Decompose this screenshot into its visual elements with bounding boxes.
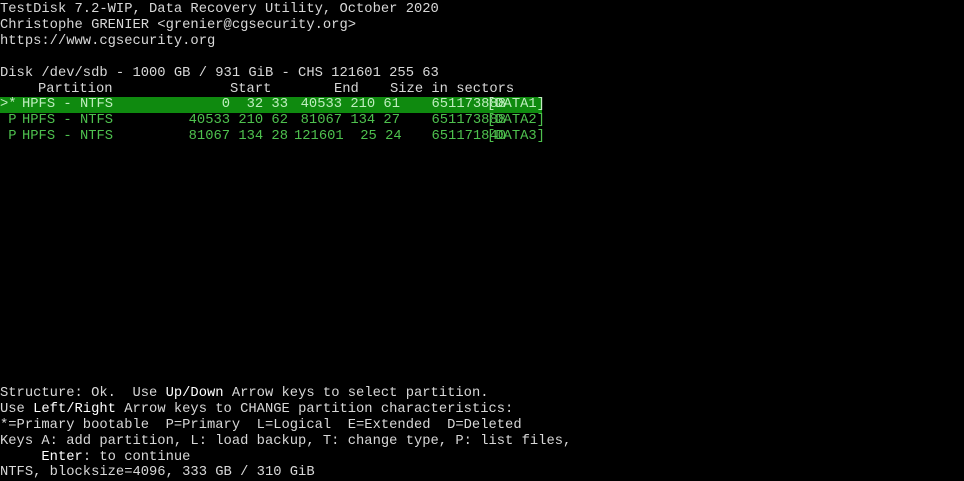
partition-type-legend: *=Primary bootable P=Primary L=Logical E… — [0, 418, 522, 433]
partition-marker: P — [0, 129, 17, 144]
enter-continue-hint[interactable]: Enter: to continue — [0, 450, 190, 466]
structure-suffix: Arrow keys to select partition. — [223, 386, 489, 401]
updown-keys-hint: Up/Down — [165, 386, 224, 401]
column-header-end: End — [334, 82, 359, 97]
enter-key: Enter — [41, 450, 83, 465]
change-characteristics-hint: Use Left/Right Arrow keys to CHANGE part… — [0, 402, 513, 418]
partition-marker: P — [0, 113, 17, 128]
disk-info: Disk /dev/sdb - 1000 GB / 931 GiB - CHS … — [0, 66, 439, 81]
terminal-screen: TestDisk 7.2-WIP, Data Recovery Utility,… — [0, 0, 964, 481]
partition-type: HPFS - NTFS — [22, 129, 114, 144]
partition-row[interactable]: P HPFS - NTFS 40533 210 62 81067 134 27 … — [0, 113, 545, 129]
partition-type: HPFS - NTFS — [22, 97, 114, 112]
leftright-keys-hint: Left/Right — [33, 402, 116, 417]
enter-text: : to continue — [82, 450, 191, 465]
enter-indent — [0, 450, 41, 465]
partition-row-selected[interactable]: >* HPFS - NTFS 0 32 33 40533 210 61 6511… — [0, 97, 545, 113]
partition-label: [DATA2] — [487, 113, 545, 128]
app-title: TestDisk 7.2-WIP, Data Recovery Utility,… — [0, 2, 439, 17]
partition-end: 81067 134 27 — [300, 113, 400, 128]
partition-start: 40533 210 62 — [188, 113, 288, 128]
keys-help: Keys A: add partition, L: load backup, T… — [0, 434, 572, 449]
use-prefix: Use — [0, 402, 34, 417]
column-header-partition: Partition — [38, 82, 113, 97]
partition-end: 121601 25 24 — [294, 129, 402, 144]
filesystem-info: NTFS, blocksize=4096, 333 GB / 310 GiB — [0, 465, 315, 480]
author-line: Christophe GRENIER <grenier@cgsecurity.o… — [0, 18, 357, 33]
partition-label: [DATA1] — [487, 97, 545, 112]
structure-status: Structure: Ok. Use Up/Down Arrow keys to… — [0, 386, 489, 402]
partition-label: [DATA3] — [487, 129, 545, 144]
website-url: https://www.cgsecurity.org — [0, 34, 216, 49]
partition-marker: >* — [0, 97, 17, 112]
partition-start: 81067 134 28 — [188, 129, 288, 144]
partition-end: 40533 210 61 — [300, 97, 400, 112]
partition-type: HPFS - NTFS — [22, 113, 114, 128]
column-header-start: Start — [230, 82, 272, 97]
column-header-size: Size in sectors — [390, 82, 515, 97]
partition-row[interactable]: P HPFS - NTFS 81067 134 28 121601 25 24 … — [0, 129, 545, 145]
use-suffix: Arrow keys to CHANGE partition character… — [115, 402, 514, 417]
partition-start: 0 32 33 — [221, 97, 288, 112]
structure-prefix: Structure: Ok. Use — [0, 386, 166, 401]
partition-table-header: Partition Start End Size in sectors — [0, 82, 964, 98]
